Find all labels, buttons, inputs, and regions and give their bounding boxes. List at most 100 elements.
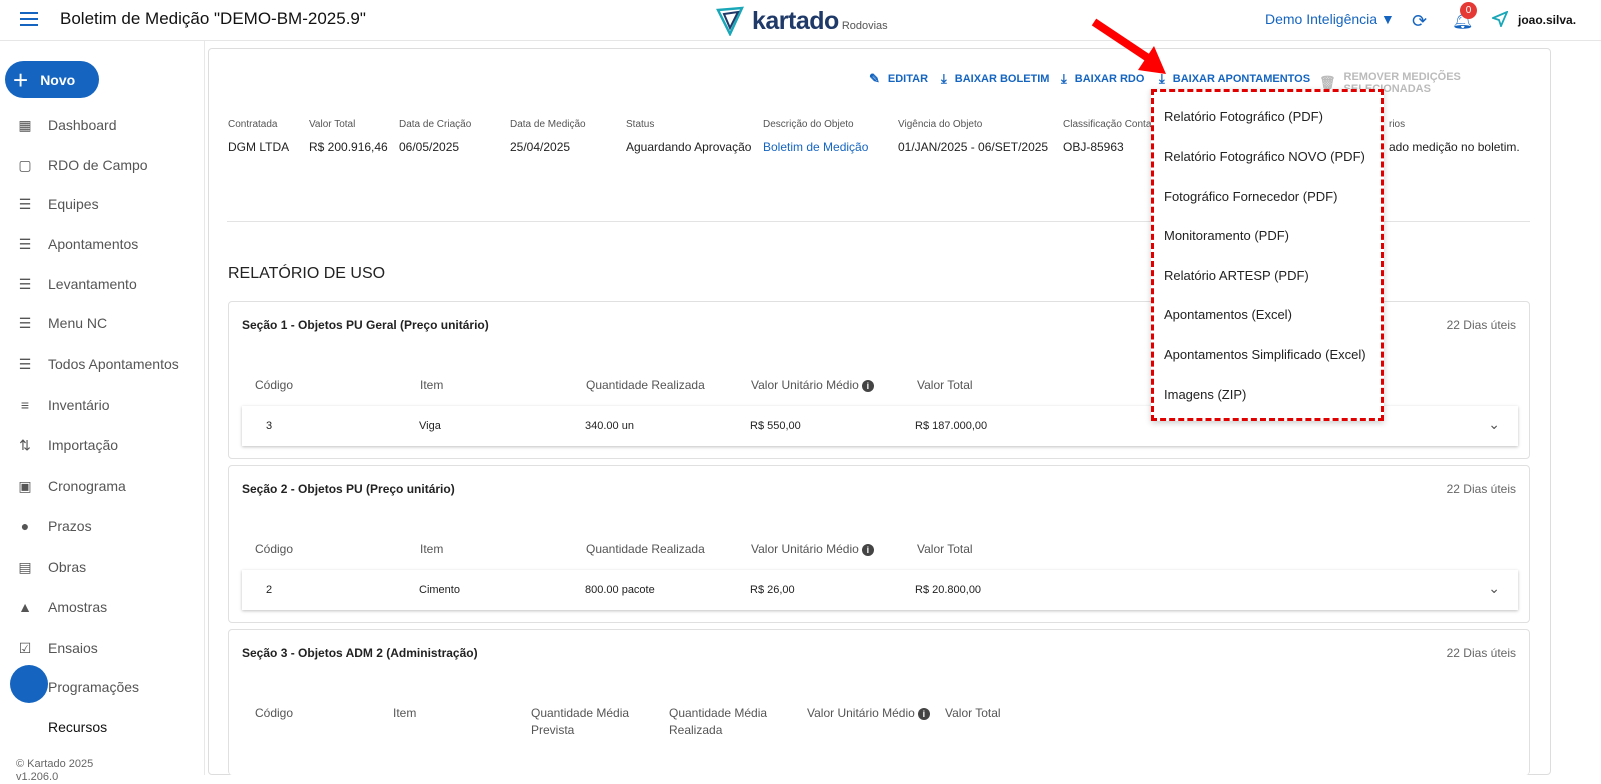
column-header: Código: [255, 542, 294, 556]
object-description-link[interactable]: Boletim de Medição: [763, 140, 868, 154]
sidebar-item-obras[interactable]: ▤ Obras: [16, 556, 86, 578]
info-value: DGM LTDA: [228, 140, 290, 154]
version-info: © Kartado 2025 v1.206.0: [16, 758, 93, 784]
info-label: Data de Medição: [510, 119, 586, 130]
info-value: Aguardando Aprovação: [626, 140, 752, 154]
chevron-down-icon[interactable]: ⌄: [1488, 580, 1500, 597]
column-header: Valor Unitário Médio i: [751, 541, 874, 558]
sidebar-item-label: Prazos: [48, 518, 92, 534]
sidebar-item-importacao[interactable]: ⇅ Importação: [16, 434, 118, 456]
menu-item-relatorio-fotografico-novo[interactable]: Relatório Fotográfico NOVO (PDF): [1164, 149, 1365, 164]
download-icon: ⤓: [1061, 71, 1067, 86]
sidebar-item-prazos[interactable]: ● Prazos: [16, 515, 92, 537]
resource-icon: [16, 718, 34, 736]
info-icon[interactable]: i: [861, 543, 874, 556]
version-text: v1.206.0: [16, 771, 59, 783]
edit-button[interactable]: ✎ EDITAR: [869, 71, 928, 87]
sidebar-item-cronograma[interactable]: ▣ Cronograma: [16, 475, 125, 497]
logo-word: kartado: [752, 7, 839, 35]
new-button[interactable]: + Novo: [5, 61, 99, 98]
section-days: 22 Dias úteis: [1446, 318, 1516, 332]
info-data-medicao: Data de Medição 25/04/2025: [510, 119, 586, 154]
table-row[interactable]: 2 Cimento 800.00 pacote R$ 26,00 R$ 20.8…: [242, 570, 1518, 610]
sidebar-item-label: Menu NC: [48, 315, 108, 331]
sidebar-item-inventario[interactable]: ≡ Inventário: [16, 394, 110, 416]
organization-selector[interactable]: Demo Inteligência ▼: [1265, 11, 1395, 27]
download-apontamentos-button[interactable]: ⤓ BAIXAR APONTAMENTOS: [1159, 71, 1310, 87]
cell-code: 3: [266, 420, 273, 432]
sidebar-item-ensaios[interactable]: ☑ Ensaios: [16, 637, 98, 659]
sidebar-item-label: Amostras: [48, 599, 108, 615]
chat-fab-button[interactable]: [10, 665, 48, 703]
info-icon[interactable]: i: [917, 707, 930, 720]
info-label: Contratada: [228, 119, 278, 130]
download-boletim-label: BAIXAR BOLETIM: [954, 73, 1050, 85]
edit-label: EDITAR: [887, 73, 929, 85]
menu-item-apontamentos-simplificado[interactable]: Apontamentos Simplificado (Excel): [1164, 347, 1366, 362]
menu-item-relatorio-artesp[interactable]: Relatório ARTESP (PDF): [1164, 268, 1309, 283]
column-header: Quantidade Média Realizada: [669, 706, 768, 737]
sidebar-item-label: Ensaios: [48, 640, 98, 656]
sidebar-item-recursos[interactable]: Recursos: [16, 716, 107, 738]
dashboard-icon: ▦: [18, 116, 32, 133]
menu-item-relatorio-fotografico[interactable]: Relatório Fotográfico (PDF): [1164, 109, 1323, 124]
sidebar-item-label: Equipes: [48, 196, 99, 212]
list-icon: ☰: [18, 195, 32, 212]
column-header: Item: [393, 706, 417, 720]
sidebar-item-equipes[interactable]: ☰ Equipes: [16, 193, 99, 215]
column-header: Valor Total: [917, 542, 973, 556]
list-icon: ☰: [18, 275, 32, 292]
list-icon: ☰: [18, 235, 32, 252]
info-value: 01/JAN/2025 - 06/SET/2025: [898, 140, 1049, 154]
menu-item-imagens-zip[interactable]: Imagens (ZIP): [1164, 387, 1246, 402]
plus-icon: +: [13, 64, 29, 95]
column-header: Item: [420, 542, 444, 556]
info-comentarios: rios ado medição no boletim.: [1389, 119, 1520, 154]
sidebar-item-levantamento[interactable]: ☰ Levantamento: [16, 273, 137, 295]
info-label: Status: [626, 119, 655, 130]
info-icon[interactable]: i: [861, 379, 874, 392]
cell-unit-value: R$ 550,00: [750, 420, 801, 432]
info-status: Status Aguardando Aprovação: [626, 119, 751, 154]
column-header: Código: [255, 706, 294, 720]
new-button-label: Novo: [40, 71, 76, 88]
user-send-icon[interactable]: [1492, 11, 1508, 27]
info-classificacao: Classificação Conta OBJ-85963: [1063, 119, 1151, 154]
sidebar-item-label: Importação: [48, 437, 119, 453]
column-header: Quantidade Realizada: [586, 378, 705, 392]
inventory-icon: ≡: [20, 397, 30, 413]
menu-item-fotografico-fornecedor[interactable]: Fotográfico Fornecedor (PDF): [1164, 189, 1337, 204]
hamburger-menu-icon[interactable]: [20, 12, 38, 28]
column-header-label: Valor Unitário Médio: [751, 542, 859, 556]
refresh-icon[interactable]: ⟳: [1412, 11, 1427, 32]
sidebar-item-label: RDO de Campo: [48, 157, 148, 173]
section-days: 22 Dias úteis: [1446, 482, 1516, 496]
list-icon: ☰: [18, 314, 32, 331]
download-icon: ⤓: [941, 71, 947, 86]
download-apontamentos-label: BAIXAR APONTAMENTOS: [1172, 73, 1311, 85]
sidebar-item-dashboard[interactable]: ▦ Dashboard: [16, 114, 116, 136]
download-boletim-button[interactable]: ⤓ BAIXAR BOLETIM: [941, 71, 1049, 87]
sidebar-item-label: Inventário: [48, 397, 110, 413]
sidebar-item-todos-apontamentos[interactable]: ☰ Todos Apontamentos: [16, 353, 179, 375]
logo-mark-icon: [716, 6, 744, 36]
user-name[interactable]: joao.silva.: [1518, 13, 1576, 27]
cell-item: Viga: [419, 420, 441, 432]
sidebar-item-menu-nc[interactable]: ☰ Menu NC: [16, 312, 107, 334]
logo: kartado Rodovias: [716, 4, 888, 36]
sidebar-item-apontamentos[interactable]: ☰ Apontamentos: [16, 233, 139, 255]
cell-quantity: 800.00 pacote: [585, 584, 655, 596]
info-label: Descrição do Objeto: [763, 119, 854, 130]
menu-item-monitoramento[interactable]: Monitoramento (PDF): [1164, 228, 1289, 243]
info-data-criacao: Data de Criação 06/05/2025: [399, 119, 471, 154]
column-header: Código: [255, 378, 294, 392]
info-label: Valor Total: [309, 119, 356, 130]
info-label: Vigência do Objeto: [898, 119, 983, 130]
menu-item-apontamentos-excel[interactable]: Apontamentos (Excel): [1164, 307, 1292, 322]
chevron-down-icon[interactable]: ⌄: [1488, 416, 1500, 433]
sidebar-item-label: Obras: [48, 559, 87, 575]
sidebar-item-amostras[interactable]: ▲ Amostras: [16, 596, 107, 618]
sidebar-item-rdo[interactable]: ▢ RDO de Campo: [16, 154, 148, 176]
column-header: Valor Unitário Médio i: [751, 377, 874, 394]
sidebar-item-label: Programações: [48, 679, 140, 695]
